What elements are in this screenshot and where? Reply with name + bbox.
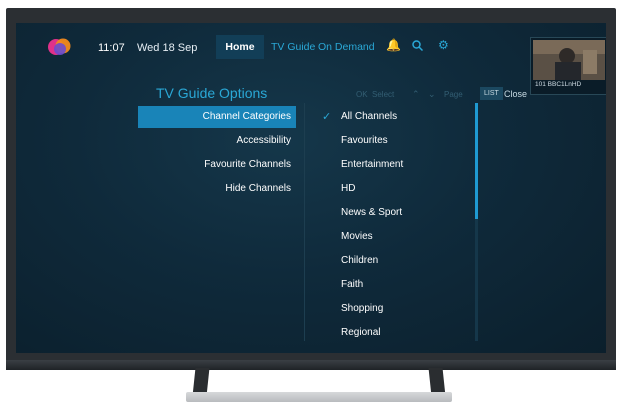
- tv-bottom-bezel: [6, 360, 616, 370]
- nav-on-demand-tab[interactable]: On Demand: [318, 41, 375, 53]
- category-all-channels[interactable]: All Channels: [341, 106, 397, 128]
- options-title: TV Guide Options: [156, 85, 268, 101]
- bell-icon[interactable]: 🔔: [386, 38, 401, 52]
- menu-item-favourite-channels[interactable]: Favourite Channels: [204, 154, 296, 176]
- close-hint[interactable]: Close: [504, 89, 527, 99]
- ok-hint-key: OK: [356, 90, 368, 99]
- category-faith[interactable]: Faith: [341, 274, 363, 296]
- date: Wed 18 Sep: [137, 42, 198, 54]
- brand-logo-icon: [48, 38, 71, 55]
- preview-thumbnail: [533, 40, 605, 80]
- channel-preview[interactable]: 101 BBC1LnHD: [530, 37, 606, 95]
- nav-home-tab[interactable]: Home: [216, 35, 264, 59]
- check-icon: ✓: [322, 111, 332, 123]
- gear-icon[interactable]: ⚙: [438, 38, 449, 52]
- list-key-badge: LIST: [480, 87, 503, 100]
- list-scrollbar-thumb[interactable]: [475, 103, 478, 219]
- category-movies[interactable]: Movies: [341, 226, 373, 248]
- category-shopping[interactable]: Shopping: [341, 298, 383, 320]
- page-hint: Page: [444, 90, 463, 99]
- preview-channel-label: 101 BBC1LnHD: [535, 81, 582, 88]
- category-favourites[interactable]: Favourites: [341, 130, 388, 152]
- menu-item-channel-categories[interactable]: Channel Categories: [138, 106, 296, 128]
- top-bar: 11:07 Wed 18 Sep Home TV Guide On Demand…: [16, 23, 606, 71]
- nav-tv-guide-tab[interactable]: TV Guide: [271, 41, 315, 53]
- chevron-down-icon: ⌄: [428, 89, 436, 99]
- chevron-up-icon: ⌃: [412, 89, 420, 99]
- tv-stand-base: [186, 392, 452, 402]
- search-icon[interactable]: [412, 40, 423, 51]
- category-hd[interactable]: HD: [341, 178, 355, 200]
- category-children[interactable]: Children: [341, 250, 378, 272]
- menu-divider: [304, 103, 305, 341]
- tv-screen: 11:07 Wed 18 Sep Home TV Guide On Demand…: [16, 23, 606, 353]
- list-scrollbar[interactable]: [475, 103, 478, 341]
- menu-item-accessibility[interactable]: Accessibility: [237, 130, 296, 152]
- menu-item-hide-channels[interactable]: Hide Channels: [225, 178, 296, 200]
- category-news-sport[interactable]: News & Sport: [341, 202, 402, 224]
- category-entertainment[interactable]: Entertainment: [341, 154, 403, 176]
- category-regional[interactable]: Regional: [341, 322, 380, 344]
- clock: 11:07: [98, 42, 125, 54]
- select-hint: Select: [372, 90, 395, 99]
